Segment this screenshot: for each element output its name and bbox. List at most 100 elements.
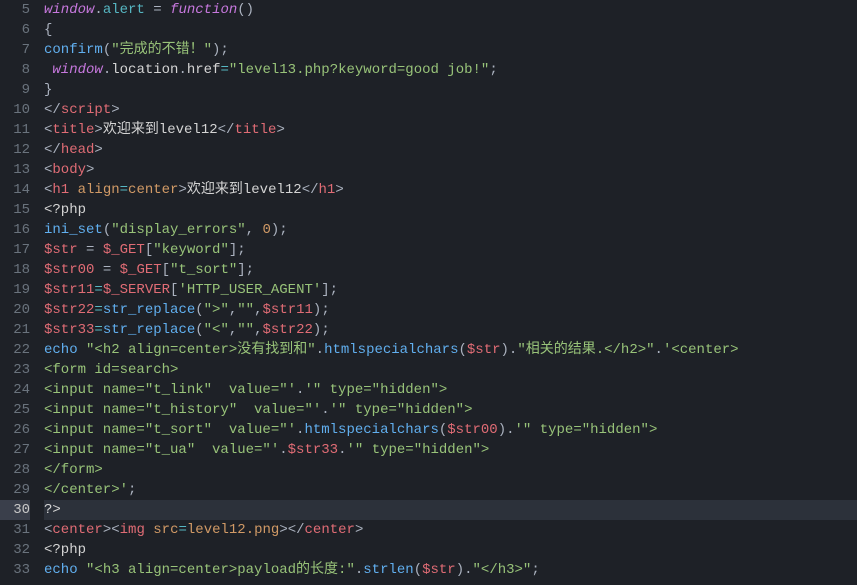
- token-tag: center: [305, 522, 355, 538]
- token-tag: title: [52, 122, 94, 138]
- token-punc: ,: [254, 322, 262, 338]
- code-line[interactable]: $str22=str_replace(">","",$str11);: [44, 300, 857, 320]
- code-line[interactable]: <?php: [44, 540, 857, 560]
- token-fn: strlen: [363, 562, 413, 578]
- code-line[interactable]: </form>: [44, 460, 857, 480]
- code-line[interactable]: $str11=$_SERVER['HTTP_USER_AGENT'];: [44, 280, 857, 300]
- token-punc: [: [162, 262, 170, 278]
- code-line[interactable]: window.location.href="level13.php?keywor…: [44, 60, 857, 80]
- token-punc: (: [195, 302, 203, 318]
- token-kw: window: [52, 62, 102, 78]
- code-line[interactable]: <body>: [44, 160, 857, 180]
- token-punc: =: [94, 262, 119, 278]
- token-punc: .: [316, 342, 324, 358]
- token-var: $str00: [447, 422, 497, 438]
- code-line[interactable]: confirm("完成的不错！");: [44, 40, 857, 60]
- code-line[interactable]: $str00 = $_GET["t_sort"];: [44, 260, 857, 280]
- code-line[interactable]: <input name="t_history" value="'.'" type…: [44, 400, 857, 420]
- token-punc: (: [414, 562, 422, 578]
- code-line[interactable]: </head>: [44, 140, 857, 160]
- token-str: '" type="hidden">: [330, 402, 473, 418]
- token-var: $str: [422, 562, 456, 578]
- token-punc: {: [44, 22, 52, 38]
- token-attr: src: [153, 522, 178, 538]
- token-tag: body: [52, 162, 86, 178]
- code-line[interactable]: echo "<h3 align=center>payload的长度:".strl…: [44, 560, 857, 580]
- token-var: $str22: [263, 322, 313, 338]
- line-number: 9: [0, 80, 30, 100]
- line-number-gutter: 5678910111213141516171819202122232425262…: [0, 0, 40, 585]
- code-line[interactable]: {: [44, 20, 857, 40]
- token-punc: .: [103, 62, 111, 78]
- token-str: <form id=search>: [44, 362, 178, 378]
- code-line[interactable]: $str33=str_replace("<","",$str22);: [44, 320, 857, 340]
- token-kw: function: [170, 2, 237, 18]
- code-line[interactable]: $str = $_GET["keyword"];: [44, 240, 857, 260]
- code-line[interactable]: echo "<h2 align=center>没有找到和".htmlspecia…: [44, 340, 857, 360]
- token-tag: title: [234, 122, 276, 138]
- token-str: "相关的结果.</h2>": [517, 342, 654, 358]
- line-number: 13: [0, 160, 30, 180]
- code-area[interactable]: window.alert = function() { confirm("完成的不错…: [40, 0, 857, 585]
- line-number: 25: [0, 400, 30, 420]
- code-line[interactable]: }: [44, 80, 857, 100]
- token-num: 0: [262, 222, 270, 238]
- token-tag: h1: [52, 182, 69, 198]
- token-var: $str00: [44, 262, 94, 278]
- code-line[interactable]: </center>';: [44, 480, 857, 500]
- token-op: =: [94, 302, 102, 318]
- code-line[interactable]: </script>: [44, 100, 857, 120]
- token-op: =: [220, 62, 228, 78]
- code-line[interactable]: <?php: [44, 200, 857, 220]
- code-line[interactable]: <input name="t_ua" value="'.$str33.'" ty…: [44, 440, 857, 460]
- token-punc: ,: [246, 222, 263, 238]
- code-line[interactable]: <form id=search>: [44, 360, 857, 380]
- token-fn: htmlspecialchars: [324, 342, 458, 358]
- token-str: </center>': [44, 482, 128, 498]
- code-line[interactable]: <input name="t_sort" value="'.htmlspecia…: [44, 420, 857, 440]
- token-punc: >: [355, 522, 363, 538]
- token-punc: .: [94, 2, 102, 18]
- token-punc: .: [655, 342, 663, 358]
- token-punc: =: [145, 2, 170, 18]
- token-attr: center: [128, 182, 178, 198]
- line-number: 5: [0, 0, 30, 20]
- token-str: "</h3>": [473, 562, 532, 578]
- token-punc: );: [271, 222, 288, 238]
- line-number: 10: [0, 100, 30, 120]
- code-line[interactable]: window.alert = function(): [44, 0, 857, 20]
- code-line[interactable]: <input name="t_link" value="'.'" type="h…: [44, 380, 857, 400]
- token-punc: >: [276, 122, 284, 138]
- token-str: "keyword": [153, 242, 229, 258]
- line-number: 14: [0, 180, 30, 200]
- line-number: 24: [0, 380, 30, 400]
- code-line[interactable]: <h1 align=center>欢迎来到level12</h1>: [44, 180, 857, 200]
- line-number: 27: [0, 440, 30, 460]
- token-op: =: [94, 282, 102, 298]
- token-punc: [: [145, 242, 153, 258]
- code-line[interactable]: <title>欢迎来到level12</title>: [44, 120, 857, 140]
- line-number: 8: [0, 60, 30, 80]
- code-line[interactable]: ?>: [44, 500, 857, 520]
- token-punc: [145, 522, 153, 538]
- token-punc: (: [103, 222, 111, 238]
- code-line[interactable]: ini_set("display_errors", 0);: [44, 220, 857, 240]
- token-punc: </: [302, 182, 319, 198]
- token-punc: ;: [489, 62, 497, 78]
- line-number: 29: [0, 480, 30, 500]
- token-txt: 欢迎来到level12: [103, 122, 218, 138]
- token-fn: echo: [44, 562, 78, 578]
- token-attr: level12.png: [187, 522, 279, 538]
- line-number: 31: [0, 520, 30, 540]
- code-line[interactable]: <center><img src=level12.png></center>: [44, 520, 857, 540]
- line-number: 7: [0, 40, 30, 60]
- token-punc: );: [313, 302, 330, 318]
- token-punc: ).: [498, 422, 515, 438]
- token-txt: location: [111, 62, 178, 78]
- token-var: $_GET: [103, 242, 145, 258]
- token-var: $str11: [44, 282, 94, 298]
- token-punc: (): [237, 2, 254, 18]
- token-str: "level13.php?keyword=good job!": [229, 62, 489, 78]
- token-punc: .: [355, 562, 363, 578]
- code-editor[interactable]: 5678910111213141516171819202122232425262…: [0, 0, 857, 585]
